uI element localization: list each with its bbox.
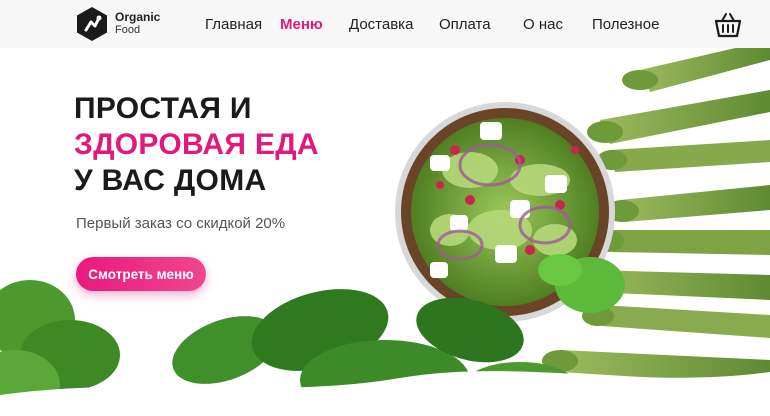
- nav-item-payment[interactable]: Оплата: [439, 16, 491, 33]
- nav-item-useful[interactable]: Полезное: [592, 16, 659, 33]
- brand-name: Organic: [115, 10, 161, 24]
- nav-item-delivery[interactable]: Доставка: [349, 16, 413, 33]
- nav-item-about[interactable]: О нас: [523, 16, 563, 33]
- view-menu-button[interactable]: Смотреть меню: [76, 257, 206, 291]
- site-header: Organic Food Главная Меню Доставка Оплат…: [0, 0, 770, 48]
- nav-item-home[interactable]: Главная: [205, 16, 262, 33]
- organic-logo-icon: [77, 7, 107, 41]
- hero-subtitle: Первый заказ со скидкой 20%: [76, 215, 286, 232]
- hero-title-line-3: У ВАС ДОМА: [74, 164, 267, 197]
- hero-title: ПРОСТАЯ И ЗДОРОВАЯ ЕДА У ВАС ДОМА: [74, 91, 319, 199]
- brand-sub: Food: [115, 24, 141, 36]
- hero-title-line-1: ПРОСТАЯ И: [74, 92, 252, 125]
- hero-title-line-2: ЗДОРОВАЯ ЕДА: [74, 128, 319, 161]
- basket-icon: [714, 13, 742, 38]
- hero-food-illustration: [0, 0, 770, 416]
- cart-button[interactable]: [714, 12, 742, 38]
- nav-item-menu[interactable]: Меню: [280, 16, 323, 33]
- brand-logo[interactable]: Organic Food: [74, 6, 184, 42]
